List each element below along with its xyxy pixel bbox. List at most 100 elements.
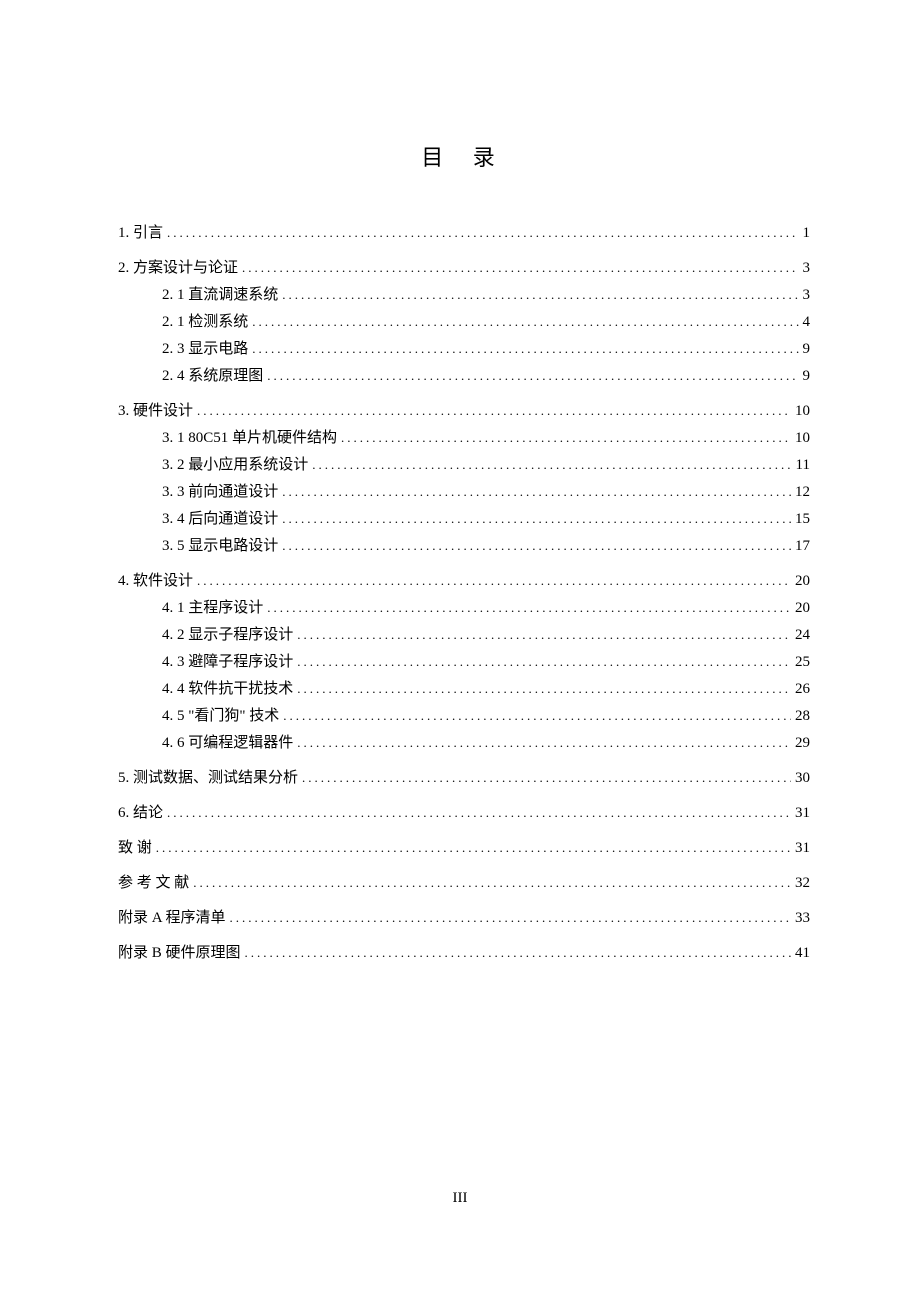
toc-entry: 3. 2 最小应用系统设计 11: [118, 452, 810, 479]
toc-entry: 2. 1 直流调速系统 3: [118, 282, 810, 309]
toc-leader-dots: [297, 676, 791, 703]
toc-entry: 致 谢 31: [118, 835, 810, 862]
toc-leader-dots: [167, 800, 791, 827]
toc-entry-page: 3: [803, 282, 811, 309]
toc-entry-label: 2. 4 系统原理图: [162, 363, 263, 390]
toc-leader-dots: [282, 506, 791, 533]
toc-entry-page: 20: [795, 568, 810, 595]
toc-entry: 4. 1 主程序设计 20: [118, 595, 810, 622]
page-number: III: [0, 1190, 920, 1207]
toc-entry: 5. 测试数据、测试结果分析30: [118, 765, 810, 792]
toc-entry: 2. 4 系统原理图 9: [118, 363, 810, 390]
toc-entry-page: 15: [795, 506, 810, 533]
toc-entry-page: 10: [795, 398, 810, 425]
toc-entry-label: 2. 3 显示电路: [162, 336, 248, 363]
toc-entry-page: 10: [795, 425, 810, 452]
toc-leader-dots: [252, 309, 798, 336]
toc-entry-label: 4. 6 可编程逻辑器件: [162, 730, 293, 757]
toc-title: 目 录: [118, 140, 810, 172]
toc-leader-dots: [297, 649, 791, 676]
toc-leader-dots: [197, 568, 791, 595]
toc-entry: 1. 引言1: [118, 220, 810, 247]
toc-entry: 4. 4 软件抗干扰技术 26: [118, 676, 810, 703]
toc-entry-label: 4. 5 "看门狗" 技术: [162, 703, 279, 730]
toc-entry-label: 4. 2 显示子程序设计: [162, 622, 293, 649]
toc-entry-page: 1: [803, 220, 811, 247]
toc-leader-dots: [302, 765, 791, 792]
document-page: 目 录 1. 引言12. 方案设计与论证32. 1 直流调速系统32. 1 检测…: [0, 0, 920, 1027]
toc-entry: 4. 3 避障子程序设计 25: [118, 649, 810, 676]
toc-entry: 2. 方案设计与论证 3: [118, 255, 810, 282]
toc-leader-dots: [312, 452, 791, 479]
toc-leader-dots: [230, 905, 791, 932]
toc-entry: 2. 1 检测系统 4: [118, 309, 810, 336]
toc-entry: 3. 硬件设计 10: [118, 398, 810, 425]
toc-entry-page: 29: [795, 730, 810, 757]
toc-entry-label: 5. 测试数据、测试结果分析: [118, 765, 298, 792]
toc-entry-label: 3. 5 显示电路设计: [162, 533, 278, 560]
toc-entry-page: 24: [795, 622, 810, 649]
toc-entry: 6. 结论 31: [118, 800, 810, 827]
toc-entry-page: 31: [795, 835, 810, 862]
toc-entry-page: 9: [803, 336, 811, 363]
toc-leader-dots: [267, 363, 798, 390]
toc-leader-dots: [193, 870, 791, 897]
toc-entry: 参 考 文 献 32: [118, 870, 810, 897]
toc-entry-page: 20: [795, 595, 810, 622]
toc-entry-label: 4. 3 避障子程序设计: [162, 649, 293, 676]
toc-leader-dots: [167, 220, 798, 247]
toc-entry-page: 4: [803, 309, 811, 336]
toc-entry-label: 参 考 文 献: [118, 870, 189, 897]
toc-entry-page: 3: [803, 255, 811, 282]
toc-leader-dots: [282, 533, 791, 560]
toc-entry-page: 11: [796, 452, 810, 479]
toc-entry-page: 28: [795, 703, 810, 730]
toc-entry: 4. 2 显示子程序设计 24: [118, 622, 810, 649]
toc-entry: 3. 5 显示电路设计 17: [118, 533, 810, 560]
toc-leader-dots: [245, 940, 791, 967]
table-of-contents: 1. 引言12. 方案设计与论证32. 1 直流调速系统32. 1 检测系统42…: [118, 220, 810, 967]
toc-entry-page: 26: [795, 676, 810, 703]
toc-entry-label: 4. 1 主程序设计: [162, 595, 263, 622]
toc-entry-page: 41: [795, 940, 810, 967]
toc-leader-dots: [282, 479, 791, 506]
toc-entry-page: 31: [795, 800, 810, 827]
toc-entry: 附录 B 硬件原理图 41: [118, 940, 810, 967]
toc-entry: 3. 1 80C51 单片机硬件结构 10: [118, 425, 810, 452]
toc-entry-page: 33: [795, 905, 810, 932]
toc-entry-label: 6. 结论: [118, 800, 163, 827]
toc-entry-label: 附录 A 程序清单: [118, 905, 226, 932]
toc-entry-label: 2. 方案设计与论证: [118, 255, 238, 282]
toc-entry-label: 2. 1 直流调速系统: [162, 282, 278, 309]
toc-entry: 2. 3 显示电路 9: [118, 336, 810, 363]
toc-leader-dots: [297, 622, 791, 649]
toc-entry-label: 3. 2 最小应用系统设计: [162, 452, 308, 479]
toc-entry-page: 9: [803, 363, 811, 390]
toc-leader-dots: [267, 595, 791, 622]
toc-entry: 4. 6 可编程逻辑器件 29: [118, 730, 810, 757]
toc-entry-page: 25: [795, 649, 810, 676]
toc-entry-label: 4. 软件设计: [118, 568, 193, 595]
toc-entry-label: 致 谢: [118, 835, 152, 862]
toc-entry-label: 2. 1 检测系统: [162, 309, 248, 336]
toc-entry-page: 12: [795, 479, 810, 506]
toc-entry-label: 3. 3 前向通道设计: [162, 479, 278, 506]
toc-entry: 附录 A 程序清单 33: [118, 905, 810, 932]
toc-entry-label: 附录 B 硬件原理图: [118, 940, 241, 967]
toc-leader-dots: [341, 425, 791, 452]
toc-leader-dots: [242, 255, 798, 282]
toc-entry-page: 17: [795, 533, 810, 560]
toc-leader-dots: [197, 398, 791, 425]
toc-entry-label: 3. 硬件设计: [118, 398, 193, 425]
toc-entry: 3. 4 后向通道设计 15: [118, 506, 810, 533]
toc-leader-dots: [297, 730, 791, 757]
toc-leader-dots: [252, 336, 798, 363]
toc-entry-label: 4. 4 软件抗干扰技术: [162, 676, 293, 703]
toc-leader-dots: [283, 703, 791, 730]
toc-leader-dots: [282, 282, 798, 309]
toc-entry-page: 32: [795, 870, 810, 897]
toc-entry: 4. 软件设计 20: [118, 568, 810, 595]
toc-entry-label: 3. 1 80C51 单片机硬件结构: [162, 425, 337, 452]
toc-entry-label: 3. 4 后向通道设计: [162, 506, 278, 533]
toc-leader-dots: [156, 835, 791, 862]
